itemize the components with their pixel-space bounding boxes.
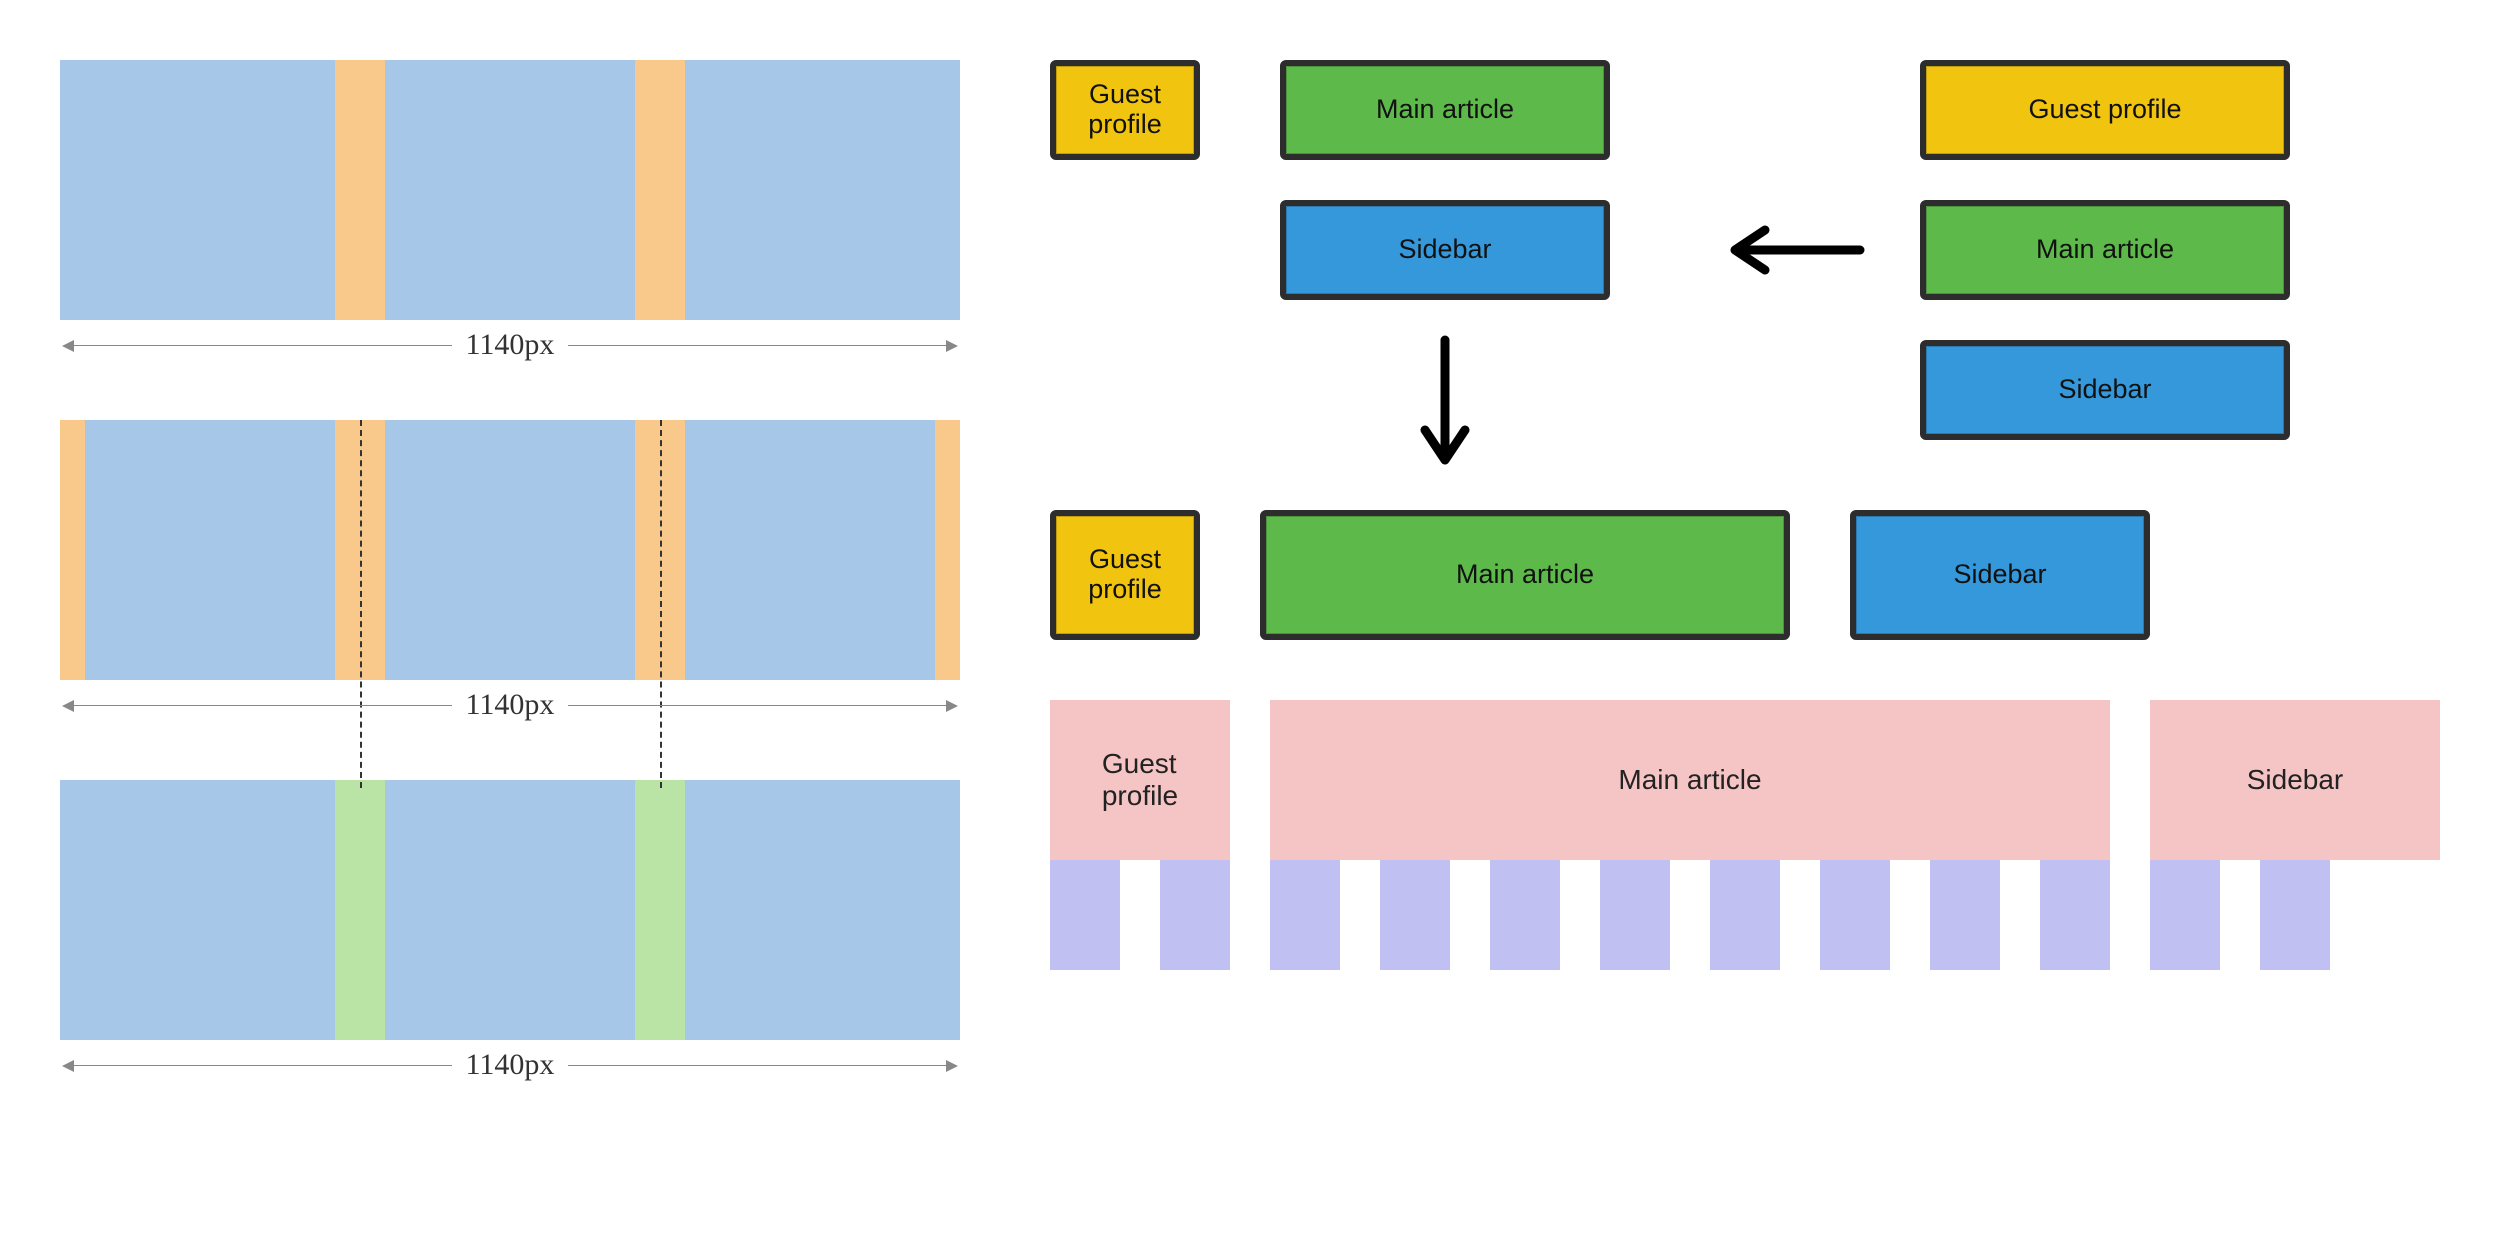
grid-track <box>1600 860 1670 970</box>
dimension-label: 1140px <box>452 688 569 722</box>
dashed-guide <box>660 420 662 788</box>
layout-sketches: Guest profile Main article Sidebar Guest… <box>1050 40 2440 660</box>
box-guest-profile: Guest profile <box>1050 60 1200 160</box>
grid-bar <box>60 780 960 1040</box>
grid-track <box>1490 860 1560 970</box>
arrow-left-icon <box>1710 225 1870 275</box>
dimension-label: 1140px <box>452 1048 569 1082</box>
box-guest-profile: Guest profile <box>1050 510 1200 640</box>
grid-track <box>1710 860 1780 970</box>
grid-track <box>2150 860 2220 970</box>
arrow-down-icon <box>1420 330 1470 480</box>
dimension-line: 1140px <box>60 1040 960 1090</box>
box-guest-profile: Guest profile <box>1920 60 2290 160</box>
box-sidebar: Sidebar <box>1920 340 2290 440</box>
box-main-article: Main article <box>1260 510 1790 640</box>
grid-track <box>1270 860 1340 970</box>
grid-track <box>1050 860 1120 970</box>
rendered-grid-layout: Guest profile Main article Sidebar <box>1050 700 2440 970</box>
grid-track <box>1930 860 2000 970</box>
grid-bar <box>60 60 960 320</box>
box-main-article: Main article <box>1280 60 1610 160</box>
dashed-guide <box>360 420 362 788</box>
grid-diagram-3: 1140px <box>60 780 960 1090</box>
dimension-line: 1140px <box>60 680 960 730</box>
grid-track <box>1820 860 1890 970</box>
dimension-label: 1140px <box>452 328 569 362</box>
block-sidebar: Sidebar <box>2150 700 2440 860</box>
box-sidebar: Sidebar <box>1280 200 1610 300</box>
box-sidebar: Sidebar <box>1850 510 2150 640</box>
dimension-line: 1140px <box>60 320 960 370</box>
grid-column-tracks <box>1050 860 2440 970</box>
grid-bar <box>60 420 960 680</box>
grid-track <box>1380 860 1450 970</box>
grid-diagram-2: 1140px <box>60 420 960 730</box>
grid-track <box>2260 860 2330 970</box>
box-main-article: Main article <box>1920 200 2290 300</box>
grid-diagram-1: 1140px <box>60 60 960 370</box>
grid-track <box>2040 860 2110 970</box>
block-main-article: Main article <box>1270 700 2110 860</box>
grid-track <box>1160 860 1230 970</box>
block-guest-profile: Guest profile <box>1050 700 1230 860</box>
grid-diagrams: 1140px 1140px 11 <box>60 40 960 1202</box>
